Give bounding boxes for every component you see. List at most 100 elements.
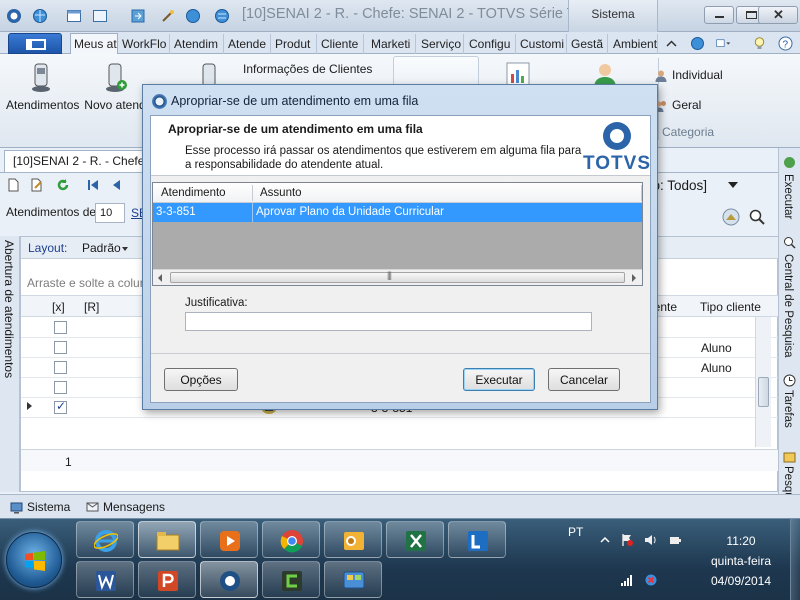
context-tab-sistema[interactable]: Sistema (568, 0, 658, 32)
new-document-icon[interactable] (6, 178, 20, 192)
vertical-tab-abertura[interactable]: Abertura de atendimentos (0, 236, 20, 492)
layout-icon[interactable] (92, 8, 108, 24)
collapse-ribbon-icon[interactable] (664, 36, 679, 51)
previous-record-icon[interactable] (110, 178, 124, 192)
volume-icon[interactable] (644, 533, 658, 547)
taskbar-internet-explorer[interactable] (76, 521, 134, 558)
row-checkbox[interactable] (54, 341, 67, 354)
status-sistema[interactable]: Sistema (10, 500, 70, 514)
show-desktop-button[interactable] (790, 519, 800, 600)
power-icon[interactable] (668, 533, 682, 547)
scroll-left-icon[interactable] (158, 274, 162, 282)
search-settings-icon[interactable] (748, 208, 766, 226)
column-header-check[interactable]: [x] (52, 300, 65, 314)
list-header-atendimento[interactable]: Atendimento (161, 187, 226, 199)
wand-icon[interactable] (160, 8, 176, 24)
list-item[interactable]: 3-3-851 Aprovar Plano da Unidade Curricu… (153, 203, 642, 222)
tab-gestao[interactable]: Gestã (568, 34, 608, 54)
row-checkbox[interactable] (54, 361, 67, 374)
column-header-r[interactable]: [R] (84, 300, 99, 314)
executar-button[interactable]: Executar (463, 368, 535, 391)
taskbar-outlook[interactable] (324, 521, 382, 558)
novo-atendimento-button[interactable]: Novo atend (84, 58, 146, 112)
taskbar-control-panel[interactable] (324, 561, 382, 598)
tab-cliente[interactable]: Cliente (318, 34, 364, 54)
justificativa-input[interactable] (185, 312, 592, 331)
list-horizontal-scrollbar[interactable] (153, 269, 642, 285)
taskbar-chrome[interactable] (262, 521, 320, 558)
row-checkbox[interactable] (54, 381, 67, 394)
window-icon[interactable] (66, 8, 82, 24)
row-checkbox[interactable] (54, 321, 67, 334)
first-record-icon[interactable] (86, 178, 100, 192)
scroll-right-icon[interactable] (632, 274, 636, 282)
globe-icon[interactable] (32, 8, 48, 24)
individual-button[interactable]: Individual (654, 68, 723, 83)
close-button[interactable]: ✕ (758, 6, 798, 24)
sync-error-icon[interactable] (644, 573, 658, 587)
padrao-dropdown[interactable]: Padrão (82, 241, 121, 255)
tab-ambiente[interactable]: Ambient (610, 34, 658, 54)
padrao-dropdown-icon[interactable] (122, 247, 128, 251)
opcoes-button[interactable]: Opções (164, 368, 238, 391)
clock[interactable]: 11:20 quinta-feira 04/09/2014 (696, 531, 786, 591)
taskbar-explorer[interactable] (138, 521, 196, 558)
scrollbar-thumb[interactable] (170, 270, 625, 283)
edit-document-icon[interactable] (30, 178, 44, 192)
attendant-icon[interactable] (722, 208, 740, 226)
taskbar-totvs[interactable] (200, 561, 258, 598)
media-player-icon (220, 531, 240, 551)
vertical-tab-executar[interactable]: Executar (782, 174, 794, 219)
status-mensagens[interactable]: Mensagens (86, 500, 165, 514)
filter-dropdown-icon[interactable] (728, 182, 738, 188)
taskbar-camtasia[interactable] (262, 561, 320, 598)
network-signal-icon[interactable] (620, 573, 634, 587)
tab-workflow[interactable]: WorkFlo (119, 34, 170, 54)
language-indicator[interactable]: PT (568, 525, 583, 539)
vertical-tab-central-pesquisa[interactable]: Central de Pesquisa (782, 254, 794, 358)
tab-servico[interactable]: Serviço (418, 34, 464, 54)
app-icon[interactable] (6, 8, 22, 24)
cancelar-button[interactable]: Cancelar (548, 368, 620, 391)
tab-produto[interactable]: Produt (272, 34, 317, 54)
atendimentos-de-input[interactable]: 10 (95, 203, 125, 223)
atendimentos-button[interactable]: Atendimentos (6, 58, 79, 112)
grid-vertical-scrollbar[interactable] (755, 317, 771, 447)
start-button[interactable] (6, 532, 62, 588)
scrollbar-thumb[interactable] (758, 377, 769, 407)
geral-button[interactable]: Geral (654, 98, 701, 113)
atendimentos-de-label: Atendimentos de: (6, 205, 100, 219)
show-hidden-icons-icon[interactable] (598, 533, 612, 547)
list-header-assunto[interactable]: Assunto (260, 187, 302, 199)
tab-customizacao[interactable]: Customi (517, 34, 567, 54)
taskbar-word[interactable] (76, 561, 134, 598)
taskbar-excel[interactable] (386, 521, 444, 558)
window-dropdown-icon[interactable] (716, 36, 731, 51)
informacoes-clientes-button[interactable]: Informações de Clientes (243, 62, 372, 76)
row-tipo-cliente: Aluno (701, 341, 732, 355)
taskbar-media-player[interactable] (200, 521, 258, 558)
tab-atendente[interactable]: Atende (225, 34, 271, 54)
taskbar-powerpoint[interactable] (138, 561, 196, 598)
lightbulb-icon[interactable] (752, 36, 767, 51)
globe-refresh-icon[interactable] (185, 8, 201, 24)
file-menu-button[interactable] (8, 33, 62, 54)
search-folder-icon (783, 452, 796, 463)
document-tab[interactable]: [10]SENAI 2 - R. - Chefe: S (4, 150, 144, 172)
taskbar-lync[interactable] (448, 521, 506, 558)
tab-marketing[interactable]: Marketi (368, 34, 416, 54)
tab-meus-atendimentos[interactable]: Meus at (70, 33, 118, 55)
tab-atendimento[interactable]: Atendim (171, 34, 224, 54)
globe-icon[interactable] (690, 36, 705, 51)
tab-configuracao[interactable]: Configu (466, 34, 516, 54)
action-center-icon[interactable] (620, 533, 634, 547)
export-icon[interactable] (130, 8, 146, 24)
refresh-icon[interactable] (56, 178, 70, 192)
row-checkbox[interactable] (54, 399, 67, 414)
minimize-button[interactable] (704, 6, 734, 24)
vertical-tab-tarefas[interactable]: Tarefas (782, 390, 794, 428)
help-icon[interactable]: ? (778, 36, 793, 51)
title-bar: [10]SENAI 2 - R. - Chefe: SENAI 2 - TOTV… (0, 0, 800, 32)
column-header-tipo-cliente[interactable]: Tipo cliente (700, 300, 761, 314)
globe-tools-icon[interactable] (214, 8, 230, 24)
